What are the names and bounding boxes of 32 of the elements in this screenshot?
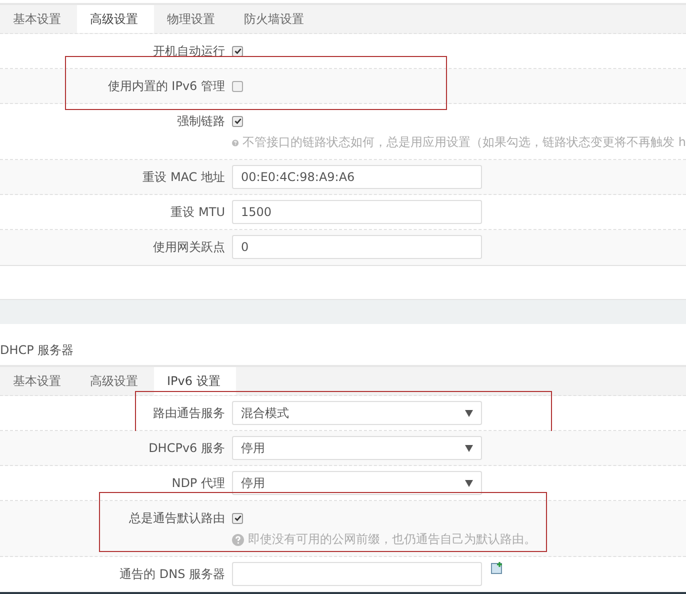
field-label: 通告的 DNS 服务器 [118, 566, 225, 582]
help-icon [232, 534, 244, 546]
field-label: 重设 MTU [170, 204, 225, 220]
field-label: 使用内置的 IPv6 管理 [106, 78, 225, 94]
checkbox[interactable] [232, 116, 243, 126]
help-icon [232, 136, 239, 148]
help-text: 即使没有可用的公网前缀，也仍通告自己为默认路由。 [248, 531, 536, 548]
checkbox[interactable] [232, 80, 243, 92]
input-field[interactable]: 00:E0:4C:98:A9:A6 [232, 165, 482, 189]
caret-icon [465, 444, 473, 452]
input-field[interactable]: 1500 [232, 200, 482, 224]
help-text: 不管接口的链路状态如何，总是用应用设置（如果勾选，链路状态变更将不再触发 h [242, 134, 686, 151]
field-label: NDP 代理 [170, 474, 225, 492]
checkbox[interactable] [232, 46, 243, 56]
field-label: 路由通告服务 [152, 404, 225, 422]
field-label: 重设 MAC 地址 [142, 168, 225, 186]
tab[interactable]: IPv6 设置 [154, 367, 236, 395]
field-label: DHCPv6 服务 [148, 440, 225, 456]
field-label: 强制链路 [176, 112, 225, 130]
dropdown[interactable]: 停用 [232, 436, 482, 460]
section-title: DHCP 服务器 [0, 342, 75, 359]
dropdown[interactable]: 混合模式 [232, 401, 482, 425]
field-label: 总是通告默认路由 [128, 510, 225, 526]
caret-icon [465, 410, 473, 416]
input-field[interactable] [232, 562, 482, 586]
add-icon[interactable] [491, 562, 503, 574]
dropdown[interactable]: 停用 [232, 471, 482, 495]
tab[interactable]: 高级设置 [77, 5, 154, 33]
field-label: 使用网关跃点 [152, 238, 225, 256]
checkbox[interactable] [232, 512, 243, 524]
input-field[interactable]: 0 [232, 235, 482, 259]
caret-icon [465, 480, 473, 486]
